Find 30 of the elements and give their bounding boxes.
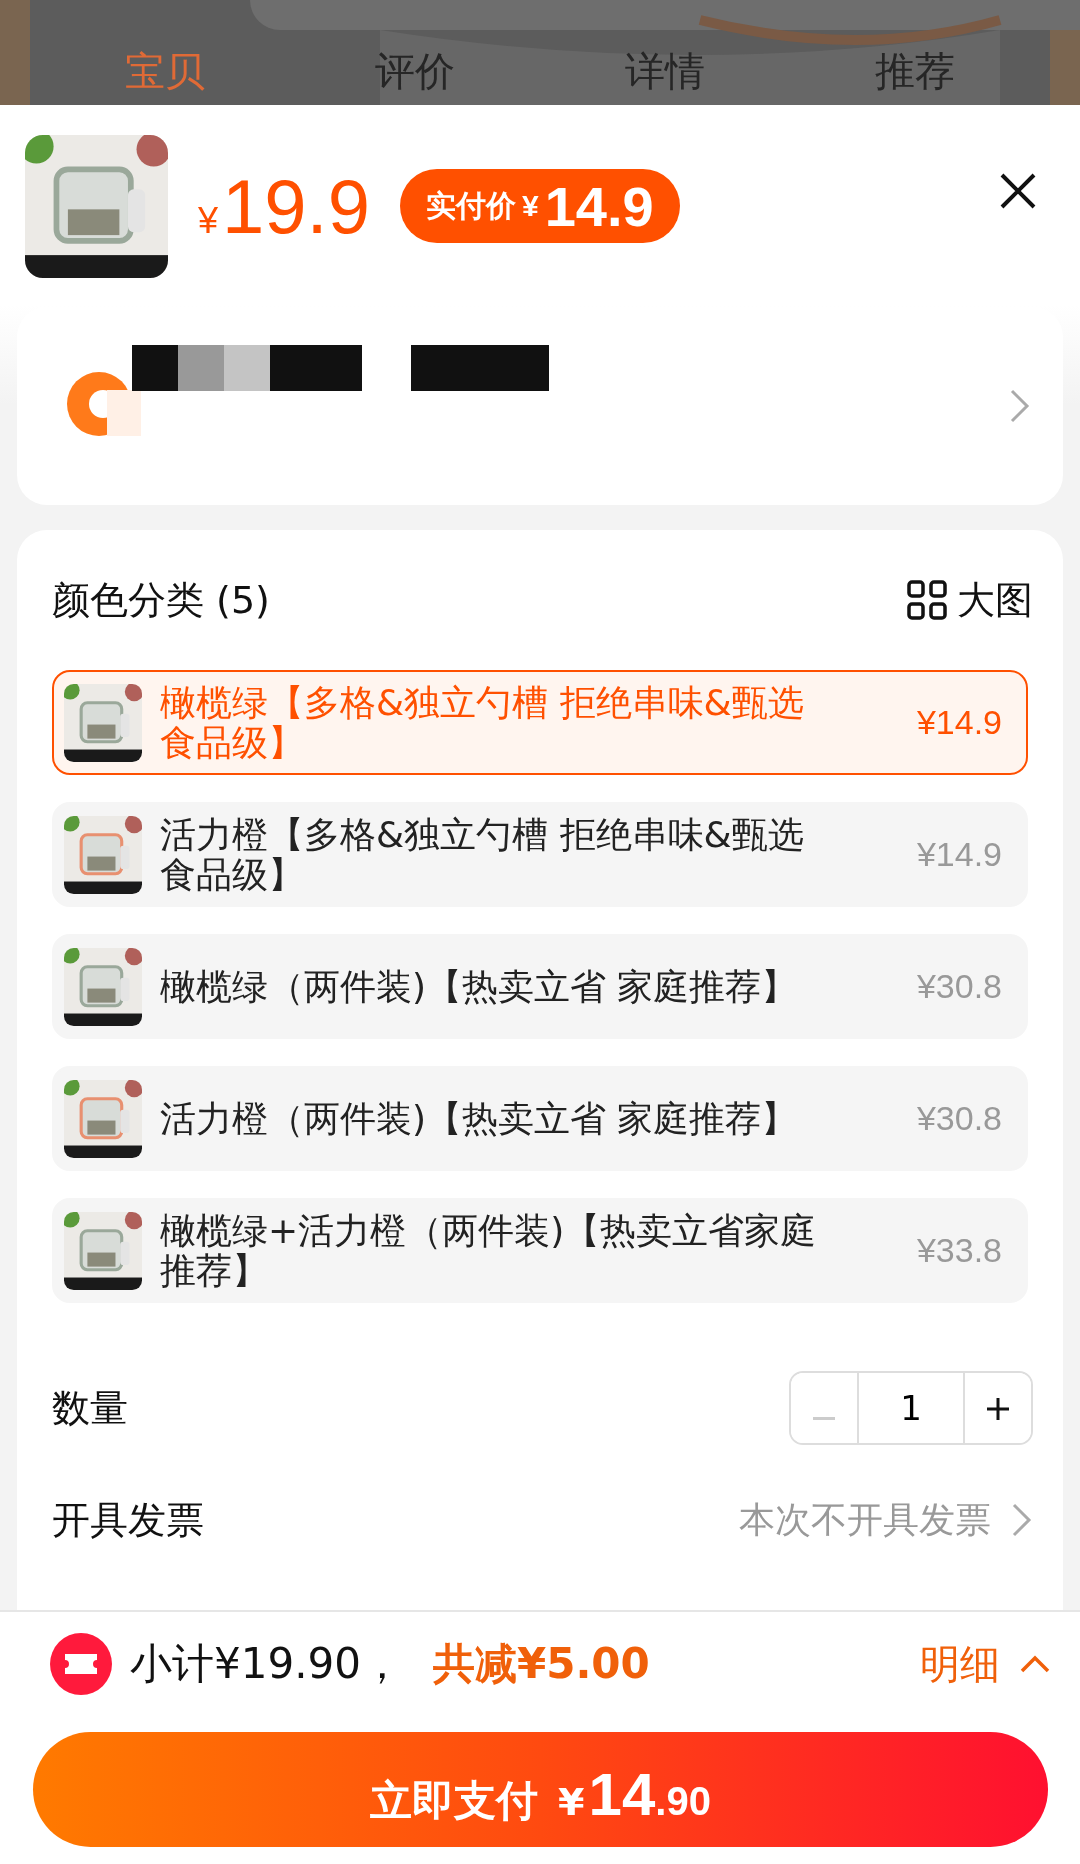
option-item[interactable]: 橄榄绿+活力橙（两件装)【热卖立省家庭推荐】 ¥33.8 xyxy=(52,1198,1028,1303)
invoice-label: 开具发票 xyxy=(52,1496,204,1544)
quantity-label: 数量 xyxy=(52,1384,128,1432)
tab[interactable]: 详情 xyxy=(625,44,705,105)
chevron-icon xyxy=(1009,388,1031,424)
caret-up-icon xyxy=(1020,1655,1050,1673)
price-text: ¥19.9 xyxy=(198,162,370,250)
logo-icon xyxy=(67,372,141,436)
subtotal-text: 小计¥19.90， xyxy=(130,1638,403,1690)
large-view-toggle[interactable]: 大图 xyxy=(907,574,1033,626)
tab[interactable]: 推荐 xyxy=(875,44,955,105)
chevron-icon xyxy=(1011,1502,1033,1538)
plus-icon[interactable] xyxy=(986,1397,1010,1421)
tab[interactable]: 宝贝 xyxy=(125,44,205,105)
tab[interactable]: 评价 xyxy=(375,44,455,105)
coupon-icon xyxy=(50,1633,112,1695)
grid-icon xyxy=(907,580,947,620)
details-toggle[interactable]: 明细 xyxy=(920,1636,1050,1692)
option-item[interactable]: 橄榄绿【多格&独立勺槽 拒绝串味&甄选食品级】 ¥14.9 xyxy=(52,670,1028,775)
option-item[interactable]: 活力橙（两件装)【热卖立省 家庭推荐】 ¥30.8 xyxy=(52,1066,1028,1171)
section-title: 颜色分类 (5) xyxy=(52,576,270,624)
option-item[interactable]: 橄榄绿（两件装)【热卖立省 家庭推荐】 ¥30.8 xyxy=(52,934,1028,1039)
discount-text: 共减¥5.00 xyxy=(432,1638,651,1690)
quantity-stepper[interactable]: 1 xyxy=(789,1371,1033,1445)
redaction-block xyxy=(178,345,224,391)
invoice-value[interactable]: 本次不开具发票 xyxy=(739,1495,991,1545)
close-icon[interactable] xyxy=(998,171,1038,211)
final-price-badge: 实付价 ¥14.9 xyxy=(399,169,680,243)
option-item[interactable]: 活力橙【多格&独立勺槽 拒绝串味&甄选食品级】 ¥14.9 xyxy=(52,802,1028,907)
pay-button[interactable]: 立即支付 ¥14.90 xyxy=(33,1732,1048,1847)
